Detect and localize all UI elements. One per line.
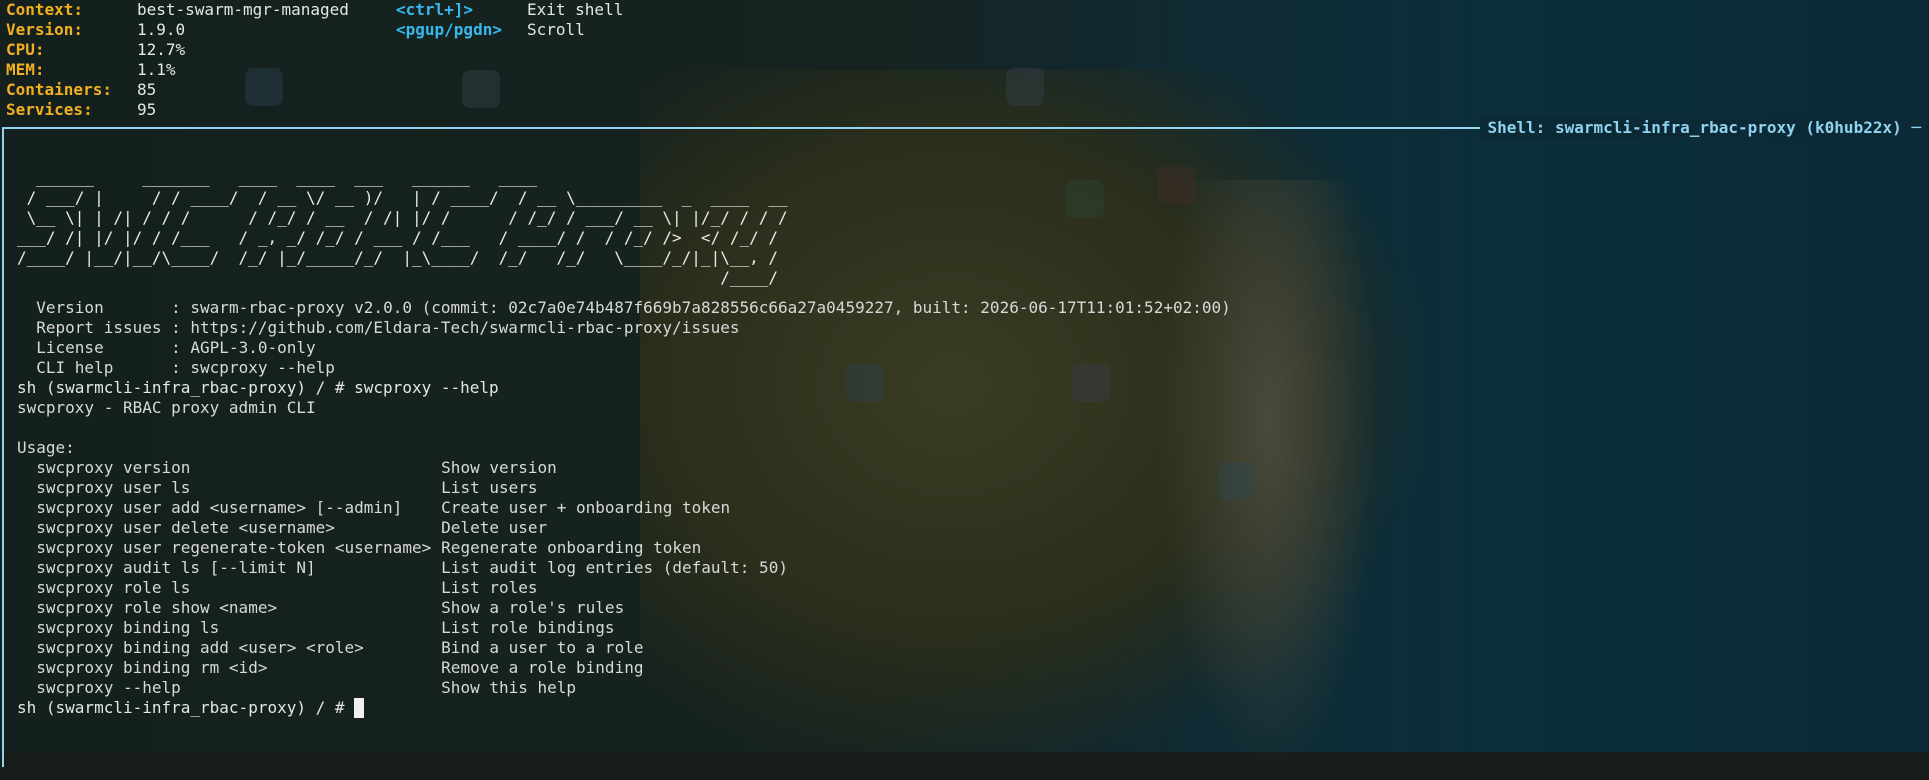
usage-row: swcproxy user regenerate-token <username…	[17, 538, 1231, 558]
banner-line: /____/	[17, 268, 778, 287]
info-value: AGPL-3.0-only	[190, 338, 316, 357]
usage-command: swcproxy user add <username> [--admin]	[36, 498, 403, 517]
status-panel: Context: best-swarm-mgr-managed Version: 1.…	[6, 0, 349, 120]
usage-row: swcproxy user ls List users	[17, 478, 1231, 498]
usage-row: swcproxy user delete <username> Delete us…	[17, 518, 1231, 538]
usage-command: swcproxy --help	[36, 678, 181, 697]
ascii-banner: ______ _______ ____ ____ ___ ______ ____…	[17, 168, 1231, 288]
usage-list: swcproxy version Show version swcproxy us…	[17, 458, 1231, 698]
info-value: https://github.com/Eldara-Tech/swarmcli-…	[190, 318, 740, 337]
info-label: Report issues	[36, 318, 162, 337]
usage-row: swcproxy binding add <user> <role> Bind a…	[17, 638, 1231, 658]
keybinding-row: <ctrl+]> Exit shell	[396, 0, 623, 20]
banner-line: \__ \| | /| / / / / /_/ / __ / /| |/ / /…	[17, 208, 788, 227]
info-value: swarm-rbac-proxy v2.0.0 (commit: 02c7a0e…	[190, 298, 1231, 317]
info-label: License	[36, 338, 162, 357]
terminal-output[interactable]: ______ _______ ____ ____ ___ ______ ____…	[17, 168, 1231, 718]
shell-prompt-active[interactable]: sh (swarmcli-infra_rbac-proxy) / #	[17, 698, 1231, 718]
usage-desc: Create user + onboarding token	[441, 498, 731, 517]
info-row: Version : swarm-rbac-proxy v2.0.0 (commi…	[36, 298, 1231, 317]
status-value: 85	[137, 80, 157, 99]
terminal-window[interactable]: Context: best-swarm-mgr-managed Version: 1.…	[0, 0, 1929, 767]
usage-command: swcproxy binding ls	[36, 618, 220, 637]
usage-command: swcproxy role ls	[36, 578, 191, 597]
info-row: CLI help : swcproxy --help	[36, 358, 335, 377]
keybinding-desc: Scroll	[527, 20, 585, 39]
status-key: Containers:	[6, 80, 112, 99]
status-key: Context:	[6, 0, 84, 19]
keybinding-key: <pgup/pgdn>	[396, 20, 502, 39]
info-value: swcproxy --help	[190, 358, 335, 377]
info-row: Report issues : https://github.com/Eldar…	[36, 318, 740, 337]
banner-line: ______ _______ ____ ____ ___ ______ ____	[17, 168, 538, 187]
status-row: Version: 1.9.0	[6, 20, 349, 40]
status-value: 12.7%	[137, 40, 186, 59]
usage-desc: List roles	[441, 578, 538, 597]
status-key: Version:	[6, 20, 84, 39]
status-row: CPU: 12.7%	[6, 40, 349, 60]
usage-row: swcproxy user add <username> [--admin] Cr…	[17, 498, 1231, 518]
status-key: Services:	[6, 100, 93, 119]
usage-desc: Bind a user to a role	[441, 638, 644, 657]
usage-desc: Show this help	[441, 678, 577, 697]
usage-command: swcproxy binding rm <id>	[36, 658, 268, 677]
usage-row: swcproxy --help Show this help	[17, 678, 1231, 698]
usage-command: swcproxy version	[36, 458, 191, 477]
keybinding-desc: Exit shell	[527, 0, 624, 19]
banner-line: /____/ |__/|__/\____/ /_/ |_/_____/_/ |_…	[17, 248, 778, 267]
status-row: Containers: 85	[6, 80, 349, 100]
status-key: CPU:	[6, 40, 45, 59]
usage-desc: List audit log entries (default: 50)	[441, 558, 788, 577]
usage-desc: List users	[441, 478, 538, 497]
keybindings-panel: <ctrl+]> Exit shell <pgup/pgdn> Scroll	[396, 0, 623, 40]
usage-desc: Show version	[441, 458, 557, 477]
usage-desc: Delete user	[441, 518, 548, 537]
status-row: Context: best-swarm-mgr-managed	[6, 0, 349, 20]
usage-command: swcproxy role show <name>	[36, 598, 278, 617]
usage-header: Usage:	[17, 438, 75, 457]
usage-command: swcproxy audit ls [--limit N]	[36, 558, 316, 577]
usage-command: swcproxy user delete <username>	[36, 518, 335, 537]
banner-line: ___/ /| |/ |/ / /___ / _, _/ /_/ / ___ /…	[17, 228, 778, 247]
usage-row: swcproxy role ls List roles	[17, 578, 1231, 598]
info-label: Version	[36, 298, 162, 317]
help-title: swcproxy - RBAC proxy admin CLI	[17, 398, 316, 417]
usage-desc: Show a role's rules	[441, 598, 625, 617]
usage-desc: Regenerate onboarding token	[441, 538, 702, 557]
shell-pane-title-text: Shell: swarmcli-infra_rbac-proxy (k0hub2…	[1487, 118, 1902, 137]
info-label: CLI help	[36, 358, 162, 377]
status-value: 1.1%	[137, 60, 176, 79]
usage-row: swcproxy role show <name> Show a role's r…	[17, 598, 1231, 618]
info-block: Version : swarm-rbac-proxy v2.0.0 (commi…	[17, 298, 1231, 378]
status-value: 1.9.0	[137, 20, 186, 39]
usage-row: swcproxy audit ls [--limit N] List audit …	[17, 558, 1231, 578]
status-key: MEM:	[6, 60, 45, 79]
status-value: 95	[137, 100, 157, 119]
info-row: License : AGPL-3.0-only	[36, 338, 316, 357]
shell-prompt-command: sh (swarmcli-infra_rbac-proxy) / # swcpr…	[17, 378, 499, 397]
usage-command: swcproxy user ls	[36, 478, 191, 497]
usage-row: swcproxy version Show version	[17, 458, 1231, 478]
prompt-text: sh (swarmcli-infra_rbac-proxy) / #	[17, 698, 355, 717]
usage-command: swcproxy user regenerate-token <username…	[36, 538, 432, 557]
usage-command: swcproxy binding add <user> <role>	[36, 638, 364, 657]
banner-line: / ___/ | / / ____/ / __ \/ __ )/ | / ___…	[17, 188, 788, 207]
shell-pane-title: Shell: swarmcli-infra_rbac-proxy (k0hub2…	[1479, 118, 1927, 138]
text-cursor[interactable]	[354, 698, 365, 718]
usage-row: swcproxy binding rm <id> Remove a role bi…	[17, 658, 1231, 678]
status-row: MEM: 1.1%	[6, 60, 349, 80]
usage-desc: List role bindings	[441, 618, 615, 637]
keybinding-row: <pgup/pgdn> Scroll	[396, 20, 623, 40]
status-value: best-swarm-mgr-managed	[137, 0, 349, 19]
usage-row: swcproxy binding ls List role bindings	[17, 618, 1231, 638]
status-row: Services: 95	[6, 100, 349, 120]
usage-desc: Remove a role binding	[441, 658, 644, 677]
keybinding-key: <ctrl+]>	[396, 0, 474, 19]
